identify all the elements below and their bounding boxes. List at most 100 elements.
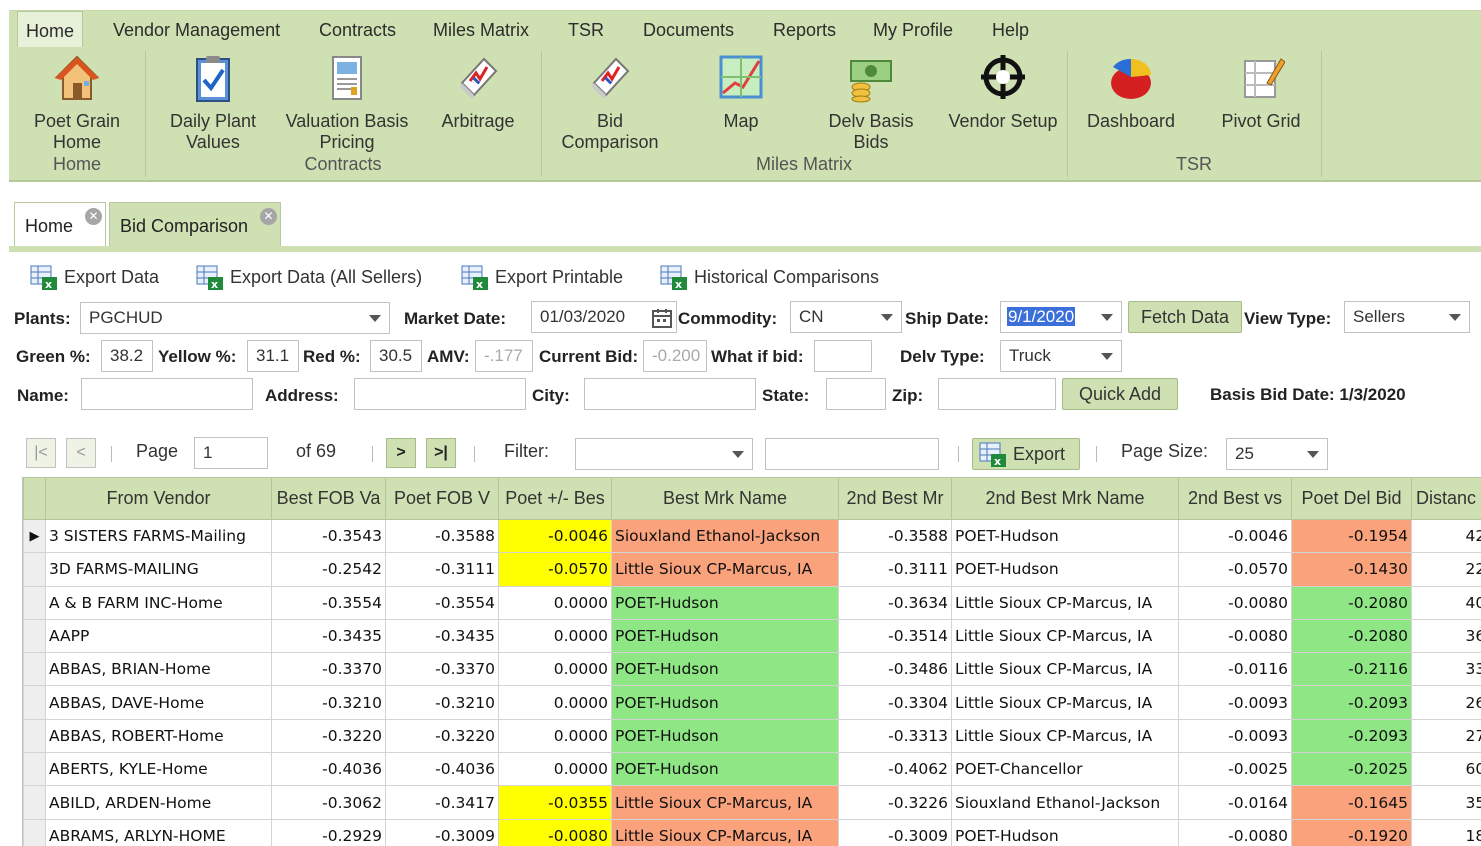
prev-page-button[interactable]: < (66, 438, 96, 468)
menu-documents[interactable]: Documents (635, 11, 742, 49)
fetch-data-button[interactable]: Fetch Data (1128, 301, 1242, 333)
cell-vendor: AAPP (45, 618, 272, 654)
table-row[interactable]: ▶ 3 SISTERS FARMS-Mailing -0.3543 -0.3588 -0… (23, 518, 1481, 554)
cell-poet-diff: -0.0355 (498, 785, 612, 820)
table-row[interactable]: ABRAMS, ARLYN-HOME -0.2929 -0.3009 -0.0080 L… (23, 818, 1481, 846)
cell-second-best: -0.3514 (838, 618, 952, 654)
export-printable-button[interactable]: x Export Printable (461, 262, 623, 292)
ribbon-label: Bids (853, 132, 889, 152)
cell-best-mrk: POET-Hudson (611, 718, 839, 754)
column-header[interactable]: 2nd Best vs (1178, 477, 1292, 520)
yellow-pct-field[interactable]: 31.1 (247, 340, 299, 372)
what-if-bid-field[interactable] (814, 340, 872, 372)
ribbon-valuation-basis-pricing-button[interactable]: Valuation Basis Pricing (279, 53, 415, 153)
column-header[interactable]: Best Mrk Name (611, 477, 839, 520)
cell-second-vs: -0.0046 (1178, 518, 1292, 554)
filter-column-select[interactable] (575, 438, 753, 470)
column-header[interactable]: Best FOB Va (271, 477, 386, 520)
cell-best-mrk: Siouxland Ethanol-Jackson (611, 518, 839, 554)
ribbon-label: Delv Basis (828, 111, 914, 131)
close-icon[interactable]: ✕ (85, 208, 102, 225)
table-row[interactable]: AAPP -0.3435 -0.3435 0.0000 POET-Hudson -0.35… (23, 618, 1481, 654)
menu-my-profile[interactable]: My Profile (865, 11, 961, 49)
state-field[interactable] (826, 378, 886, 410)
cell-poet-diff: -0.0046 (498, 518, 612, 554)
ribbon-pivot-grid-button[interactable]: Pivot Grid (1213, 53, 1309, 132)
ribbon-bid-comparison-button[interactable]: Bid Comparison (557, 53, 663, 153)
quick-add-button[interactable]: Quick Add (1062, 378, 1178, 410)
view-type-select[interactable]: Sellers (1344, 301, 1470, 333)
column-header[interactable]: Poet +/- Bes (498, 477, 612, 520)
menu-contracts[interactable]: Contracts (311, 11, 404, 49)
cell-second-vs: -0.0164 (1178, 785, 1292, 820)
cell-second-mrk: Little Sioux CP-Marcus, IA (951, 652, 1179, 687)
table-row[interactable]: ABBAS, BRIAN-Home -0.3370 -0.3370 0.0000 POE… (23, 652, 1481, 687)
table-row[interactable]: ABILD, ARDEN-Home -0.3062 -0.3417 -0.0355 Li… (23, 785, 1481, 820)
cell-second-vs: -0.0570 (1178, 552, 1292, 587)
menu-help[interactable]: Help (984, 11, 1037, 49)
column-header[interactable]: Poet Del Bid (1291, 477, 1412, 520)
ribbon-vendor-setup-button[interactable]: Vendor Setup (943, 53, 1063, 132)
document-chart-icon (332, 56, 362, 100)
page-number-input[interactable]: 1 (194, 437, 268, 469)
menu-home[interactable]: Home (17, 11, 84, 50)
export-all-sellers-button[interactable]: x Export Data (All Sellers) (196, 262, 422, 292)
zip-field[interactable] (938, 378, 1056, 410)
ribbon-delv-basis-bids-button[interactable]: Delv Basis Bids (821, 53, 921, 153)
filter-text-input[interactable] (765, 438, 939, 470)
menu-tsr[interactable]: TSR (560, 11, 612, 49)
column-header[interactable]: Distanc (1411, 477, 1481, 520)
menu-reports[interactable]: Reports (765, 11, 844, 49)
column-header[interactable]: Poet FOB V (385, 477, 499, 520)
svg-text:x: x (994, 455, 1001, 468)
calendar-icon[interactable] (652, 308, 672, 328)
cell-vendor: ABILD, ARDEN-Home (45, 785, 272, 820)
ship-date-select[interactable]: 9/1/2020 (1000, 301, 1122, 333)
table-row[interactable]: A & B FARM INC-Home -0.3554 -0.3554 0.0000 P… (23, 585, 1481, 620)
grid-export-button[interactable]: x Export (972, 438, 1080, 470)
ribbon-map-button[interactable]: Map (703, 53, 779, 132)
column-header[interactable]: From Vendor (45, 477, 272, 520)
menu-miles-matrix[interactable]: Miles Matrix (425, 11, 537, 49)
commodity-value: CN (799, 307, 824, 326)
table-row[interactable]: ABERTS, KYLE-Home -0.4036 -0.4036 0.0000 POE… (23, 752, 1481, 787)
page-size-select[interactable]: 25 (1226, 438, 1328, 470)
market-date-picker[interactable]: 01/03/2020 (531, 301, 677, 333)
address-field[interactable] (354, 378, 526, 410)
first-page-button[interactable]: |< (26, 438, 56, 468)
ribbon-arbitrage-button[interactable]: Arbitrage (433, 53, 523, 132)
green-pct-field[interactable]: 38.2 (101, 340, 153, 372)
red-pct-field[interactable]: 30.5 (370, 340, 422, 372)
ribbon-daily-plant-values-button[interactable]: Daily Plant Values (163, 53, 263, 153)
close-icon[interactable]: ✕ (260, 208, 277, 225)
delv-type-select[interactable]: Truck (1000, 340, 1122, 372)
historical-comparisons-button[interactable]: x Historical Comparisons (660, 262, 879, 292)
tab-home[interactable]: Home ✕ (14, 202, 106, 246)
table-row[interactable]: ABBAS, ROBERT-Home -0.3220 -0.3220 0.0000 PO… (23, 718, 1481, 754)
column-header[interactable]: 2nd Best Mrk Name (951, 477, 1179, 520)
plants-select[interactable]: PGCHUD (80, 302, 390, 334)
name-field[interactable] (81, 378, 253, 410)
table-row[interactable]: ABBAS, DAVE-Home -0.3210 -0.3210 0.0000 POET… (23, 685, 1481, 720)
grid-export-label: Export (1013, 444, 1066, 464)
cell-second-mrk: POET-Hudson (951, 818, 1179, 846)
ribbon-dashboard-button[interactable]: Dashboard (1083, 53, 1179, 132)
svg-text:x: x (45, 278, 52, 291)
menu-vendor-management[interactable]: Vendor Management (105, 11, 288, 49)
cell-poet-del: -0.1645 (1291, 785, 1412, 820)
last-page-button[interactable]: >| (426, 438, 456, 468)
commodity-select[interactable]: CN (790, 301, 902, 333)
cell-best-fob: -0.2542 (271, 552, 386, 587)
tab-bid-comparison[interactable]: Bid Comparison ✕ (109, 202, 281, 246)
export-data-button[interactable]: x Export Data (30, 262, 159, 292)
next-page-button[interactable]: > (386, 438, 416, 468)
city-field[interactable] (584, 378, 756, 410)
name-label: Name: (17, 386, 69, 405)
ribbon-poet-grain-home-button[interactable]: Poet Grain Home (27, 53, 127, 153)
tab-strip (9, 246, 1481, 252)
cell-vendor: A & B FARM INC-Home (45, 585, 272, 620)
row-indicator (23, 685, 46, 720)
row-indicator (23, 752, 46, 787)
column-header[interactable]: 2nd Best Mr (838, 477, 952, 520)
table-row[interactable]: 3D FARMS-MAILING -0.2542 -0.3111 -0.0570 Lit… (23, 552, 1481, 587)
